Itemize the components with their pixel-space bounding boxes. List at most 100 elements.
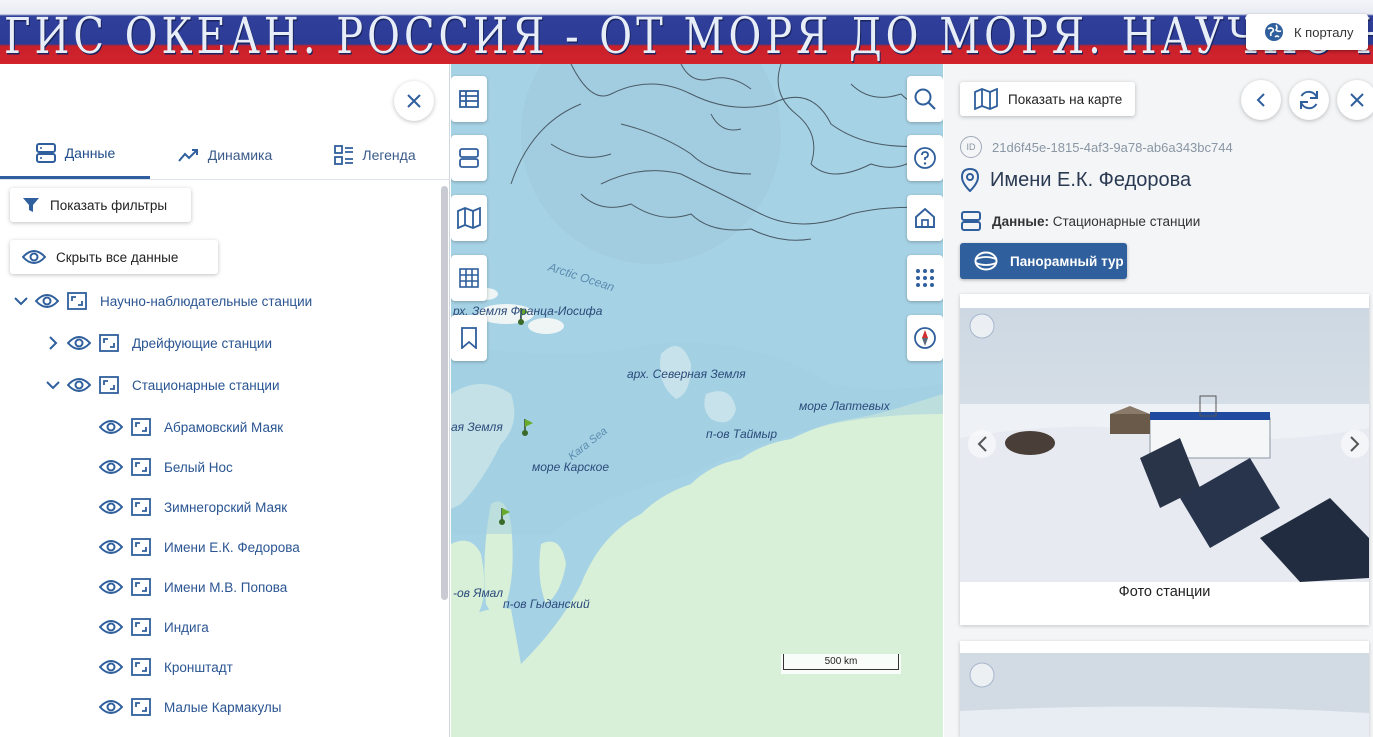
eye-icon[interactable] xyxy=(96,619,126,635)
map-tool-basemap[interactable] xyxy=(451,195,487,241)
table-icon xyxy=(458,88,480,110)
chevron-down-icon[interactable] xyxy=(10,296,32,306)
station-photo-card[interactable]: Фото станции xyxy=(960,294,1369,625)
station-photo-card-2[interactable] xyxy=(960,641,1369,737)
station-panel: Показать на карте ID 21d6f45e-1815-4af3-… xyxy=(944,64,1373,737)
map-tool-apps[interactable] xyxy=(907,255,943,301)
eye-icon[interactable] xyxy=(96,499,126,515)
eye-icon[interactable] xyxy=(32,293,62,309)
tab-legend[interactable]: Легенда xyxy=(300,130,450,179)
eye-icon[interactable] xyxy=(96,699,126,715)
tree-row[interactable]: Стационарные станции xyxy=(42,370,280,400)
close-station-button[interactable] xyxy=(1337,80,1373,120)
station-name: Имени Е.К. Федорова xyxy=(990,168,1192,191)
tree-row[interactable]: Индига xyxy=(74,612,209,642)
station-id-row: ID 21d6f45e-1815-4af3-9a78-ab6a343bc744 xyxy=(960,136,1233,158)
eye-icon[interactable] xyxy=(96,419,126,435)
zoom-to-layer-icon[interactable] xyxy=(126,618,156,636)
id-badge-icon: ID xyxy=(960,136,982,158)
tab-dynamics[interactable]: Динамика xyxy=(150,130,300,179)
portal-button[interactable]: К порталу xyxy=(1246,14,1368,50)
zoom-to-layer-icon[interactable] xyxy=(126,418,156,436)
grid-icon xyxy=(459,268,479,288)
eye-icon[interactable] xyxy=(64,377,94,393)
tree-row-label: Малые Кармакулы xyxy=(164,699,282,715)
zoom-to-layer-icon[interactable] xyxy=(62,292,92,310)
tree-row[interactable]: Зимнегорский Маяк xyxy=(74,492,287,522)
map-label-laptev: море Лаптевых xyxy=(799,399,890,413)
zoom-to-layer-icon[interactable] xyxy=(126,698,156,716)
map-label-yamal: -ов Ямал xyxy=(453,586,503,600)
tree-row[interactable]: Имени М.В. Попова xyxy=(74,572,287,602)
chevron-right-icon[interactable] xyxy=(42,336,64,350)
location-pin-icon xyxy=(960,168,980,192)
id-badge-text: ID xyxy=(966,142,976,152)
map-tool-layers[interactable] xyxy=(451,135,487,181)
map-icon xyxy=(974,88,998,110)
tree-row[interactable]: Имени Е.К. Федорова xyxy=(74,532,300,562)
tree-row-label: Белый Нос xyxy=(164,459,233,475)
map-tool-home[interactable] xyxy=(907,195,943,241)
zoom-to-layer-icon[interactable] xyxy=(126,578,156,596)
map-tool-grid[interactable] xyxy=(451,255,487,301)
refresh-button[interactable] xyxy=(1289,80,1329,120)
left-panel: Данные Динамика Легенда Показать фильтры… xyxy=(0,64,450,737)
map-tool-compass[interactable] xyxy=(907,315,943,361)
station-data-row: Данные: Стационарные станции xyxy=(960,210,1200,232)
station-id: 21d6f45e-1815-4af3-9a78-ab6a343bc744 xyxy=(992,139,1233,155)
hide-all-data-label: Скрыть все данные xyxy=(56,249,179,265)
zoom-to-layer-icon[interactable] xyxy=(126,538,156,556)
tree-row-label: Имени Е.К. Федорова xyxy=(164,539,300,555)
tab-data[interactable]: Данные xyxy=(0,130,150,179)
database-icon xyxy=(960,210,982,232)
zoom-to-layer-icon[interactable] xyxy=(94,376,124,394)
tab-legend-label: Легенда xyxy=(362,146,416,163)
eye-icon[interactable] xyxy=(96,659,126,675)
close-panel-button[interactable] xyxy=(394,81,434,121)
tab-dynamics-label: Динамика xyxy=(207,146,273,163)
map-tool-search[interactable] xyxy=(907,76,943,122)
close-icon xyxy=(1349,92,1365,108)
zoom-to-layer-icon[interactable] xyxy=(126,498,156,516)
station-photo-2 xyxy=(960,641,1369,737)
eye-icon[interactable] xyxy=(96,539,126,555)
zoom-to-layer-icon[interactable] xyxy=(126,458,156,476)
left-scrollbar[interactable] xyxy=(441,186,448,600)
station-photo xyxy=(960,308,1369,582)
map-icon xyxy=(457,207,481,229)
tree-row[interactable]: Абрамовский Маяк xyxy=(74,412,283,442)
tree-row[interactable]: Малые Кармакулы xyxy=(74,692,282,722)
tree-row[interactable]: Кронштадт xyxy=(74,652,233,682)
map-label-novaya: ая Земля xyxy=(451,420,503,434)
eye-icon[interactable] xyxy=(96,579,126,595)
tree-row[interactable]: Дрейфующие станции xyxy=(42,328,272,358)
show-filters-button[interactable]: Показать фильтры xyxy=(10,188,191,222)
zoom-to-layer-icon[interactable] xyxy=(94,334,124,352)
header-banner: ГИС ОКЕАН. РОССИЯ - ОТ МОРЯ ДО МОРЯ. НАУ… xyxy=(0,0,1373,64)
tree-row[interactable]: Белый Нос xyxy=(74,452,233,482)
panorama-tour-button[interactable]: Панорамный тур xyxy=(960,243,1127,279)
chevron-down-icon[interactable] xyxy=(42,380,64,390)
show-on-map-button[interactable]: Показать на карте xyxy=(960,82,1135,116)
show-filters-label: Показать фильтры xyxy=(50,197,168,213)
zoom-to-layer-icon[interactable] xyxy=(126,658,156,676)
map-label-taimyr: п-ов Таймыр xyxy=(706,427,778,441)
compass-icon xyxy=(913,326,937,350)
map-label-kara-sea: море Карское xyxy=(532,460,610,474)
map-scale: 500 km xyxy=(781,654,901,674)
eye-icon[interactable] xyxy=(64,335,94,351)
map-tool-table[interactable] xyxy=(451,76,487,122)
map-tool-help[interactable] xyxy=(907,135,943,181)
map-tool-bookmark[interactable] xyxy=(451,315,487,361)
database-icon xyxy=(35,142,57,164)
show-on-map-label: Показать на карте xyxy=(1008,91,1123,107)
map-view[interactable]: рх. Земля Франца-Иосифа Arctic Ocean арх… xyxy=(451,64,943,737)
close-icon xyxy=(406,93,422,109)
filter-icon xyxy=(22,196,40,214)
panorama-tour-label: Панорамный тур xyxy=(1010,253,1124,269)
eye-icon[interactable] xyxy=(96,459,126,475)
tree-row[interactable]: Научно-наблюдательные станции xyxy=(10,286,312,316)
globe-icon xyxy=(1264,22,1284,42)
hide-all-data-button[interactable]: Скрыть все данные xyxy=(10,240,218,274)
prev-button[interactable] xyxy=(1241,80,1281,120)
